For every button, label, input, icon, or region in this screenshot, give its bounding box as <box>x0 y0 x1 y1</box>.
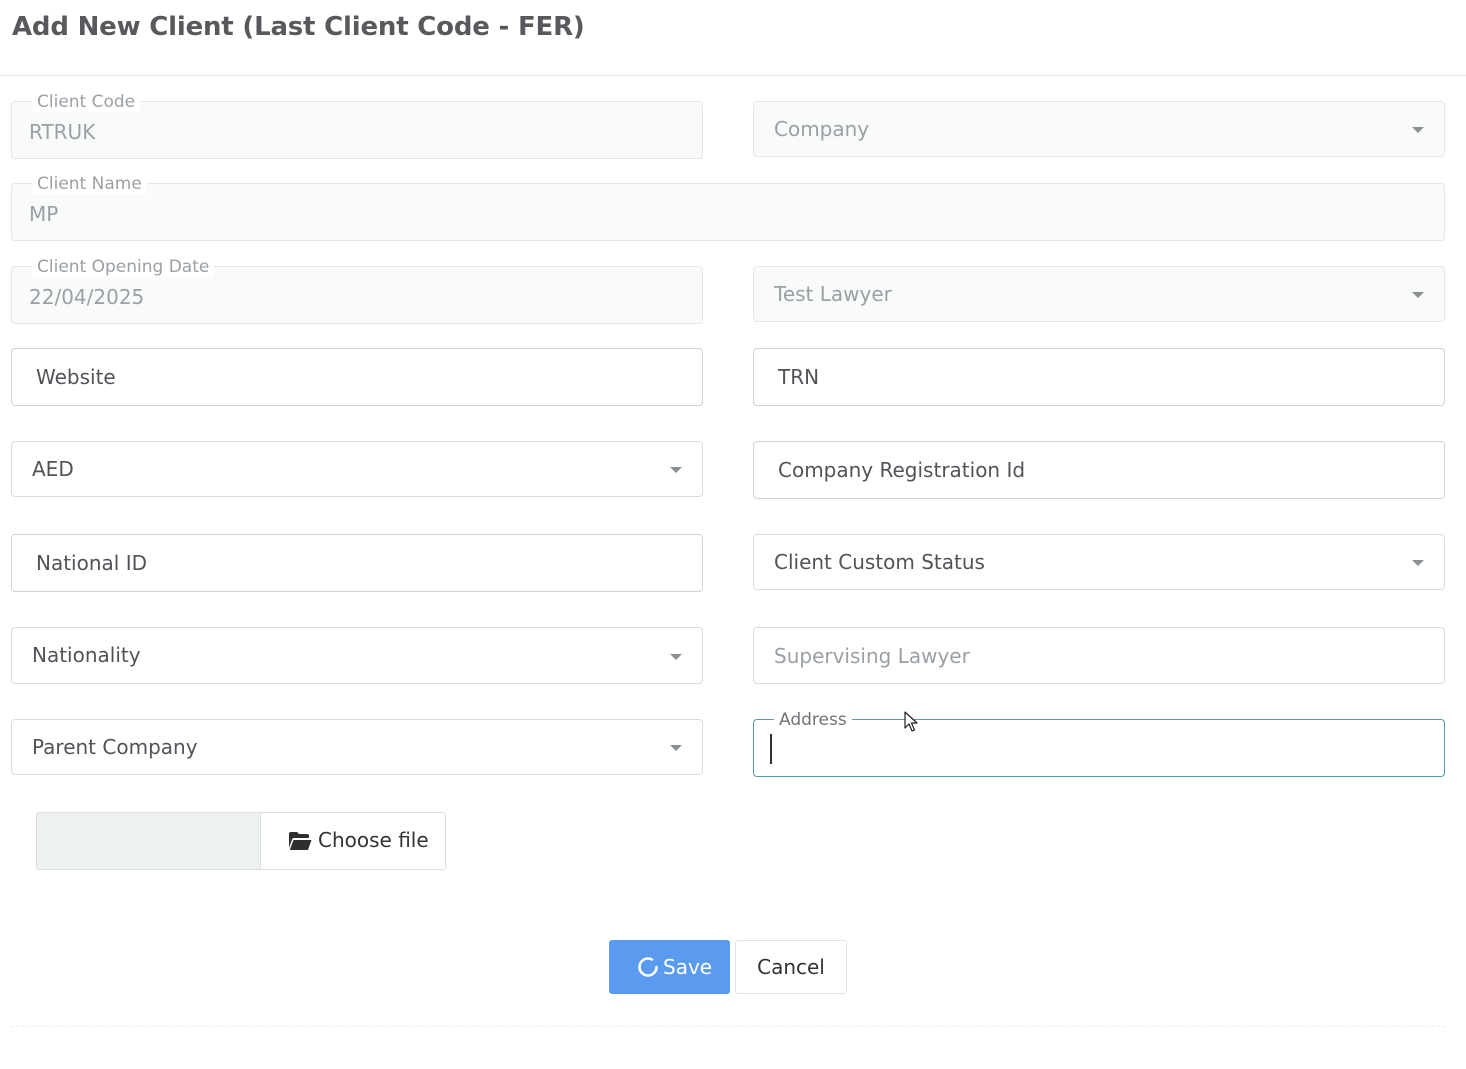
client-opening-date-label: Client Opening Date <box>32 257 215 277</box>
save-label: Save <box>663 955 713 979</box>
text-cursor <box>770 734 772 764</box>
company-select[interactable]: Company <box>753 101 1445 157</box>
client-custom-status-select[interactable]: Client Custom Status <box>753 534 1445 590</box>
supervising-lawyer-input[interactable]: Supervising Lawyer <box>753 627 1445 684</box>
nationality-select[interactable]: Nationality <box>11 627 703 684</box>
currency-select-text: AED <box>32 457 74 481</box>
national-id-input[interactable]: National ID <box>11 534 703 592</box>
company-select-text: Company <box>774 117 870 141</box>
client-opening-date-field[interactable]: Client Opening Date 22/04/2025 <box>11 257 703 324</box>
cancel-button[interactable]: Cancel <box>735 940 847 994</box>
mouse-pointer-icon <box>904 711 918 732</box>
client-code-label: Client Code <box>32 92 141 112</box>
folder-open-icon <box>289 832 312 850</box>
trn-input[interactable]: TRN <box>753 348 1445 406</box>
choose-file-label: Choose file <box>318 828 429 852</box>
client-opening-date-value: 22/04/2025 <box>29 285 145 309</box>
chevron-down-icon <box>670 653 682 660</box>
file-name-display <box>37 813 261 869</box>
cancel-label: Cancel <box>757 955 825 979</box>
trn-placeholder: TRN <box>778 365 820 389</box>
company-registration-placeholder: Company Registration Id <box>778 458 1026 482</box>
save-button[interactable]: Save <box>609 940 730 994</box>
choose-file-button[interactable]: Choose file <box>261 813 445 869</box>
file-upload[interactable]: Choose file <box>36 812 446 870</box>
lawyer-select[interactable]: Test Lawyer <box>753 266 1445 322</box>
client-code-value: RTRUK <box>29 120 96 144</box>
address-label: Address <box>774 710 852 730</box>
parent-company-select-text: Parent Company <box>32 735 198 759</box>
client-code-field[interactable]: Client Code RTRUK <box>11 92 703 159</box>
client-name-value: MP <box>29 202 59 226</box>
currency-select[interactable]: AED <box>11 441 703 497</box>
parent-company-select[interactable]: Parent Company <box>11 719 703 775</box>
chevron-down-icon <box>670 467 682 473</box>
national-id-placeholder: National ID <box>36 551 147 575</box>
website-input[interactable]: Website <box>11 348 703 406</box>
spinner-icon <box>638 957 658 977</box>
modal-header: Add New Client (Last Client Code - FER) <box>0 0 1466 76</box>
lawyer-select-text: Test Lawyer <box>774 282 892 306</box>
company-registration-input[interactable]: Company Registration Id <box>753 441 1445 499</box>
chevron-down-icon <box>670 745 682 751</box>
website-placeholder: Website <box>36 365 116 389</box>
client-name-field[interactable]: Client Name MP <box>11 174 1445 241</box>
footer-divider <box>11 1026 1445 1027</box>
chevron-down-icon <box>1412 292 1424 298</box>
client-custom-status-text: Client Custom Status <box>774 550 985 574</box>
address-input[interactable]: Address <box>753 710 1445 777</box>
nationality-select-text: Nationality <box>32 643 141 667</box>
chevron-down-icon <box>1412 127 1424 133</box>
supervising-lawyer-placeholder: Supervising Lawyer <box>774 644 970 668</box>
client-name-label: Client Name <box>32 174 147 194</box>
page-title: Add New Client (Last Client Code - FER) <box>12 12 585 42</box>
chevron-down-icon <box>1412 560 1424 566</box>
